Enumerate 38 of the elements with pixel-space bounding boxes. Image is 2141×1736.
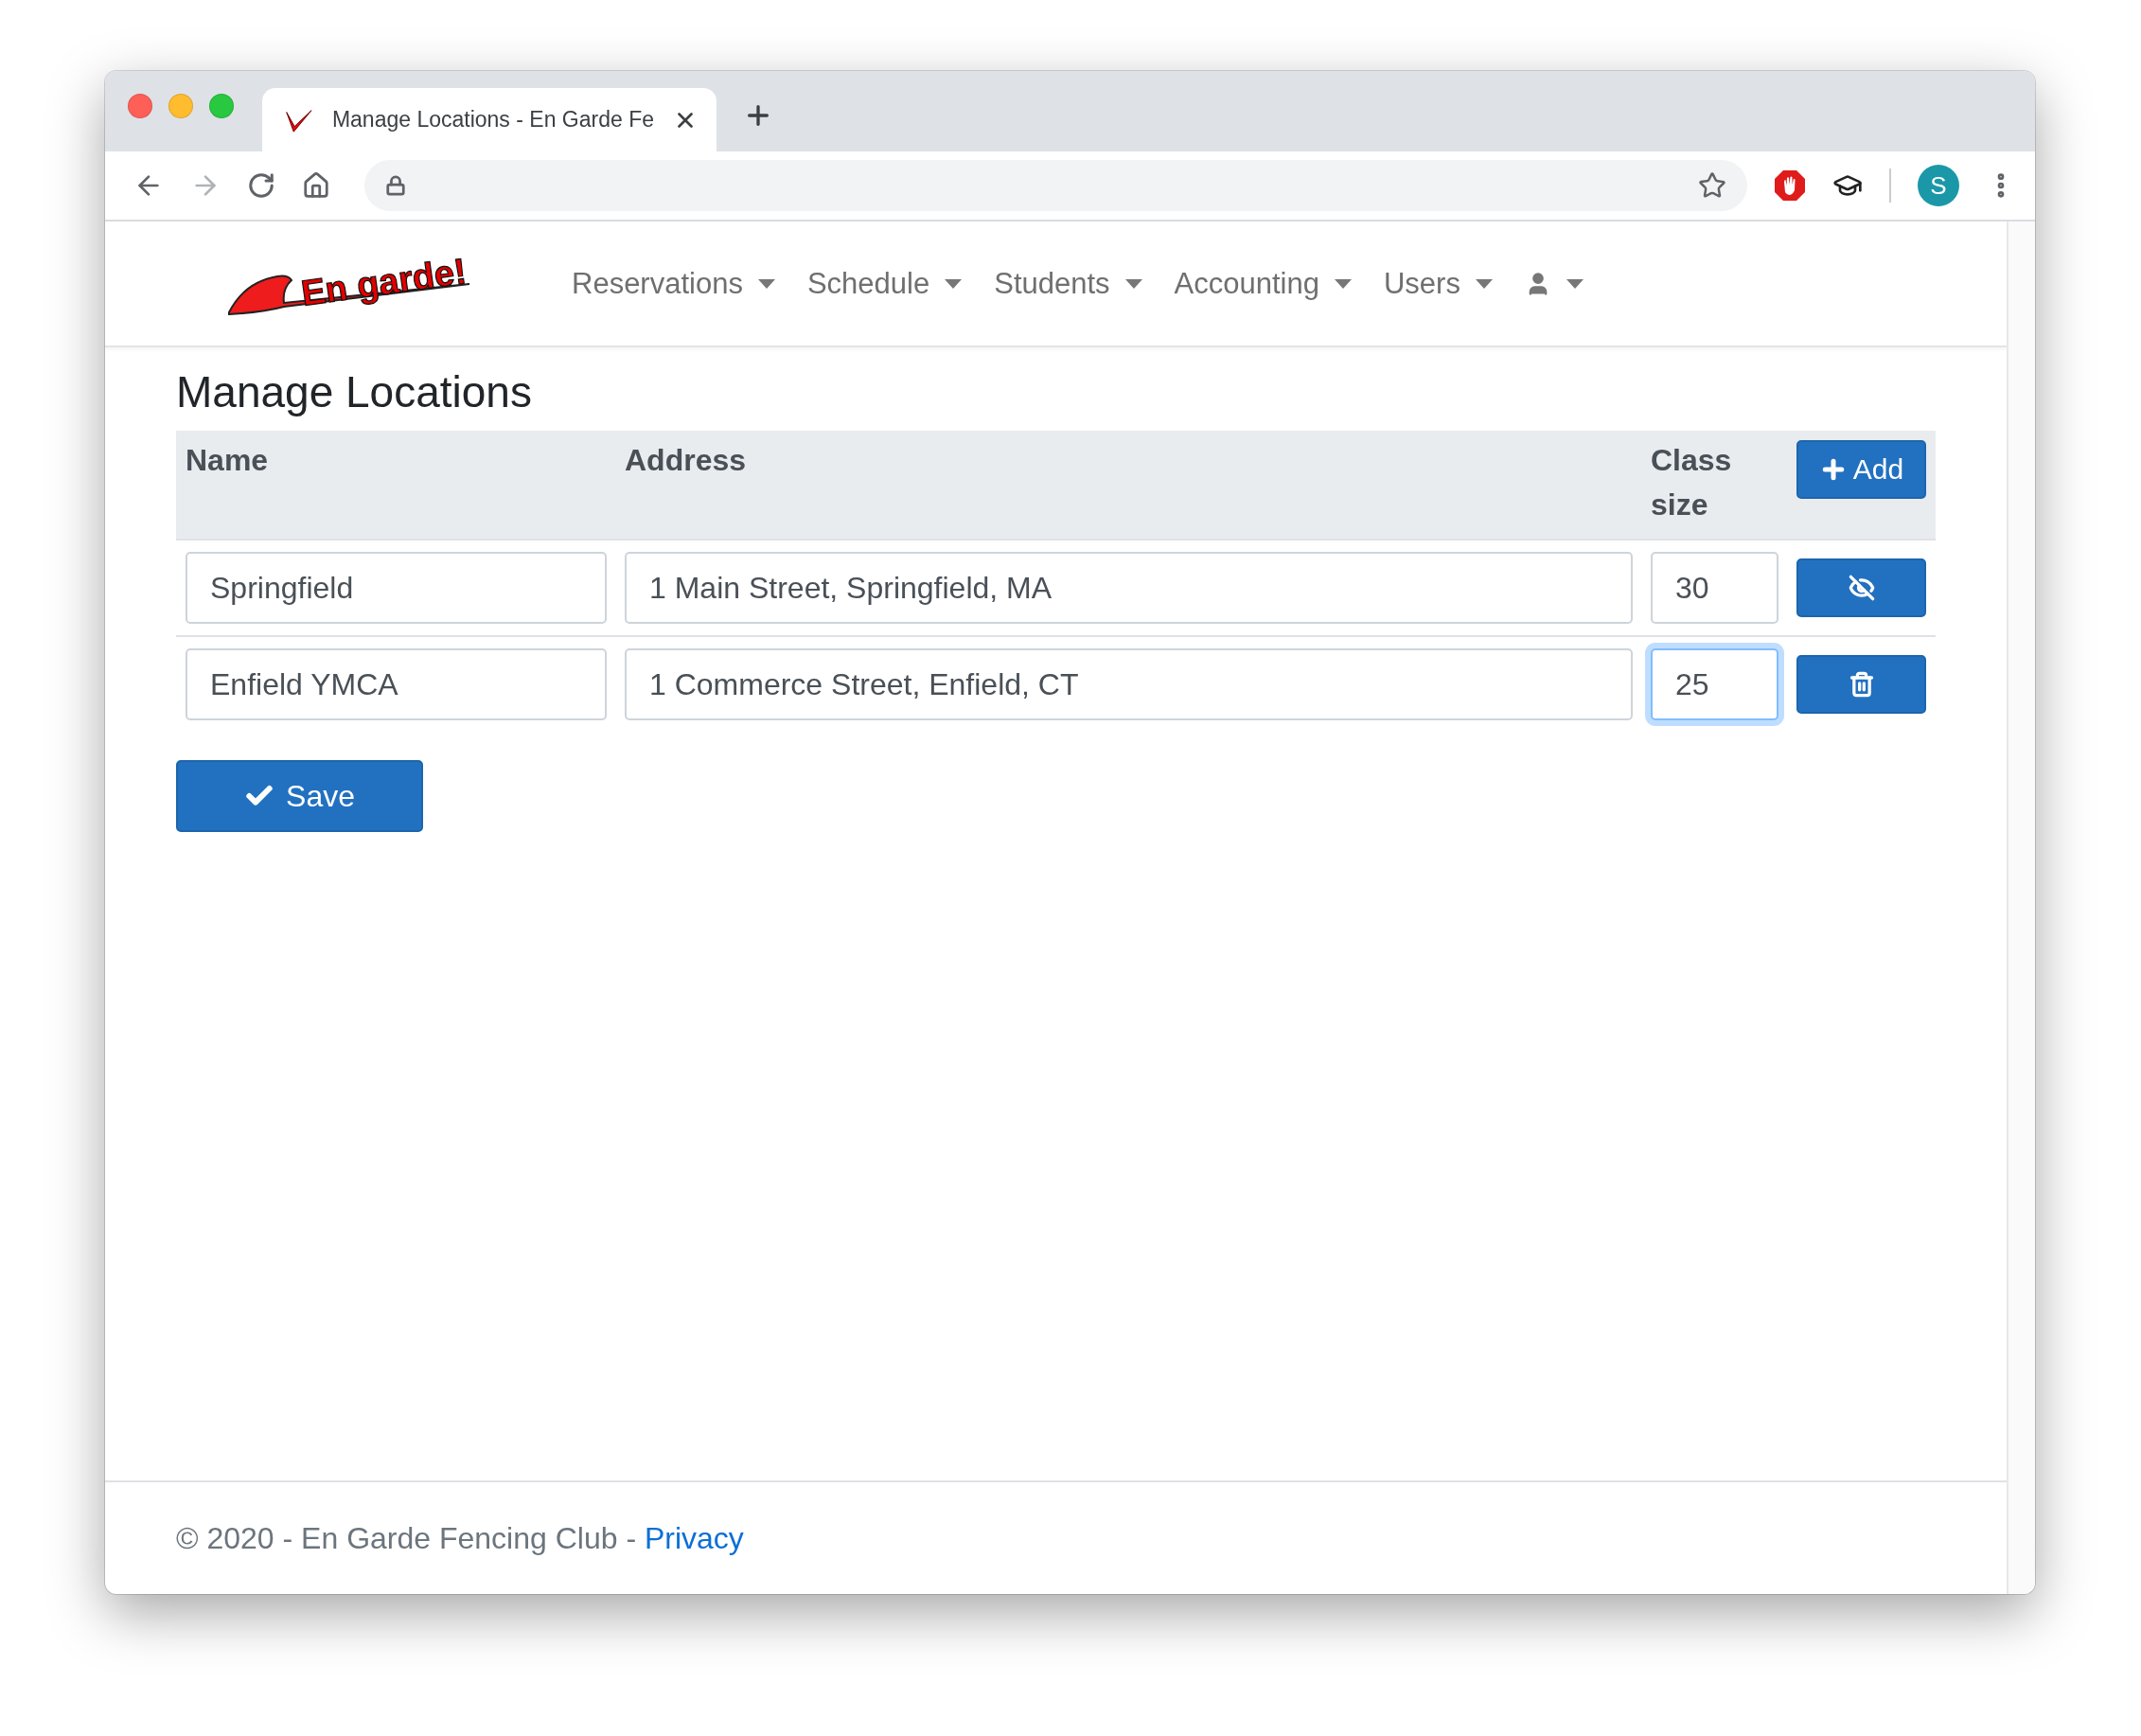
home-icon[interactable] bbox=[302, 171, 330, 200]
nav-menu[interactable]: Schedule bbox=[806, 266, 963, 301]
caret-icon bbox=[1566, 278, 1584, 289]
address-field[interactable]: 1 Main Street, Springfield, MA bbox=[625, 552, 1633, 624]
lock-icon bbox=[385, 175, 406, 196]
stop-hand-icon[interactable] bbox=[1774, 169, 1806, 202]
eye-off-icon bbox=[1848, 575, 1875, 601]
column-header: Address bbox=[625, 442, 748, 479]
nav-menu[interactable]: Users bbox=[1383, 266, 1493, 301]
column-header: Name bbox=[186, 442, 270, 479]
close-window-button[interactable] bbox=[128, 93, 152, 118]
reload-icon[interactable] bbox=[247, 171, 275, 200]
nav-menu[interactable]: Reservations bbox=[572, 266, 775, 301]
caret-icon bbox=[1475, 278, 1493, 289]
footer-text: © 2020 - En Garde Fencing Club - bbox=[176, 1520, 638, 1556]
page-title: Manage Locations bbox=[176, 366, 533, 417]
save-button[interactable]: Save bbox=[176, 760, 423, 832]
star-icon[interactable] bbox=[1698, 171, 1726, 200]
tab-title: Manage Locations - En Garde Fe bbox=[331, 107, 654, 133]
delete-button[interactable] bbox=[1796, 655, 1926, 714]
column-header: Class size bbox=[1651, 442, 1733, 523]
privacy-link[interactable]: Privacy bbox=[644, 1520, 744, 1556]
hide-button[interactable] bbox=[1796, 558, 1926, 617]
address-field[interactable]: 1 Commerce Street, Enfield, CT bbox=[625, 648, 1633, 720]
caret-icon bbox=[1124, 278, 1142, 289]
profile-avatar[interactable]: S bbox=[1918, 165, 1959, 206]
caret-icon bbox=[945, 278, 963, 289]
caret-icon bbox=[1334, 278, 1352, 289]
trash-icon bbox=[1848, 671, 1875, 698]
nav-menu[interactable]: Accounting bbox=[1174, 266, 1352, 301]
add-button[interactable]: Add bbox=[1796, 440, 1926, 499]
name-field[interactable]: Springfield bbox=[186, 552, 607, 624]
class-size-field[interactable]: 25 bbox=[1651, 648, 1778, 720]
class-size-field[interactable]: 30 bbox=[1651, 552, 1778, 624]
name-field[interactable]: Enfield YMCA bbox=[186, 648, 607, 720]
nav-menu[interactable]: Students bbox=[994, 266, 1142, 301]
caret-icon bbox=[757, 278, 775, 289]
browser-tab[interactable]: Manage Locations - En Garde Fe bbox=[262, 88, 717, 151]
